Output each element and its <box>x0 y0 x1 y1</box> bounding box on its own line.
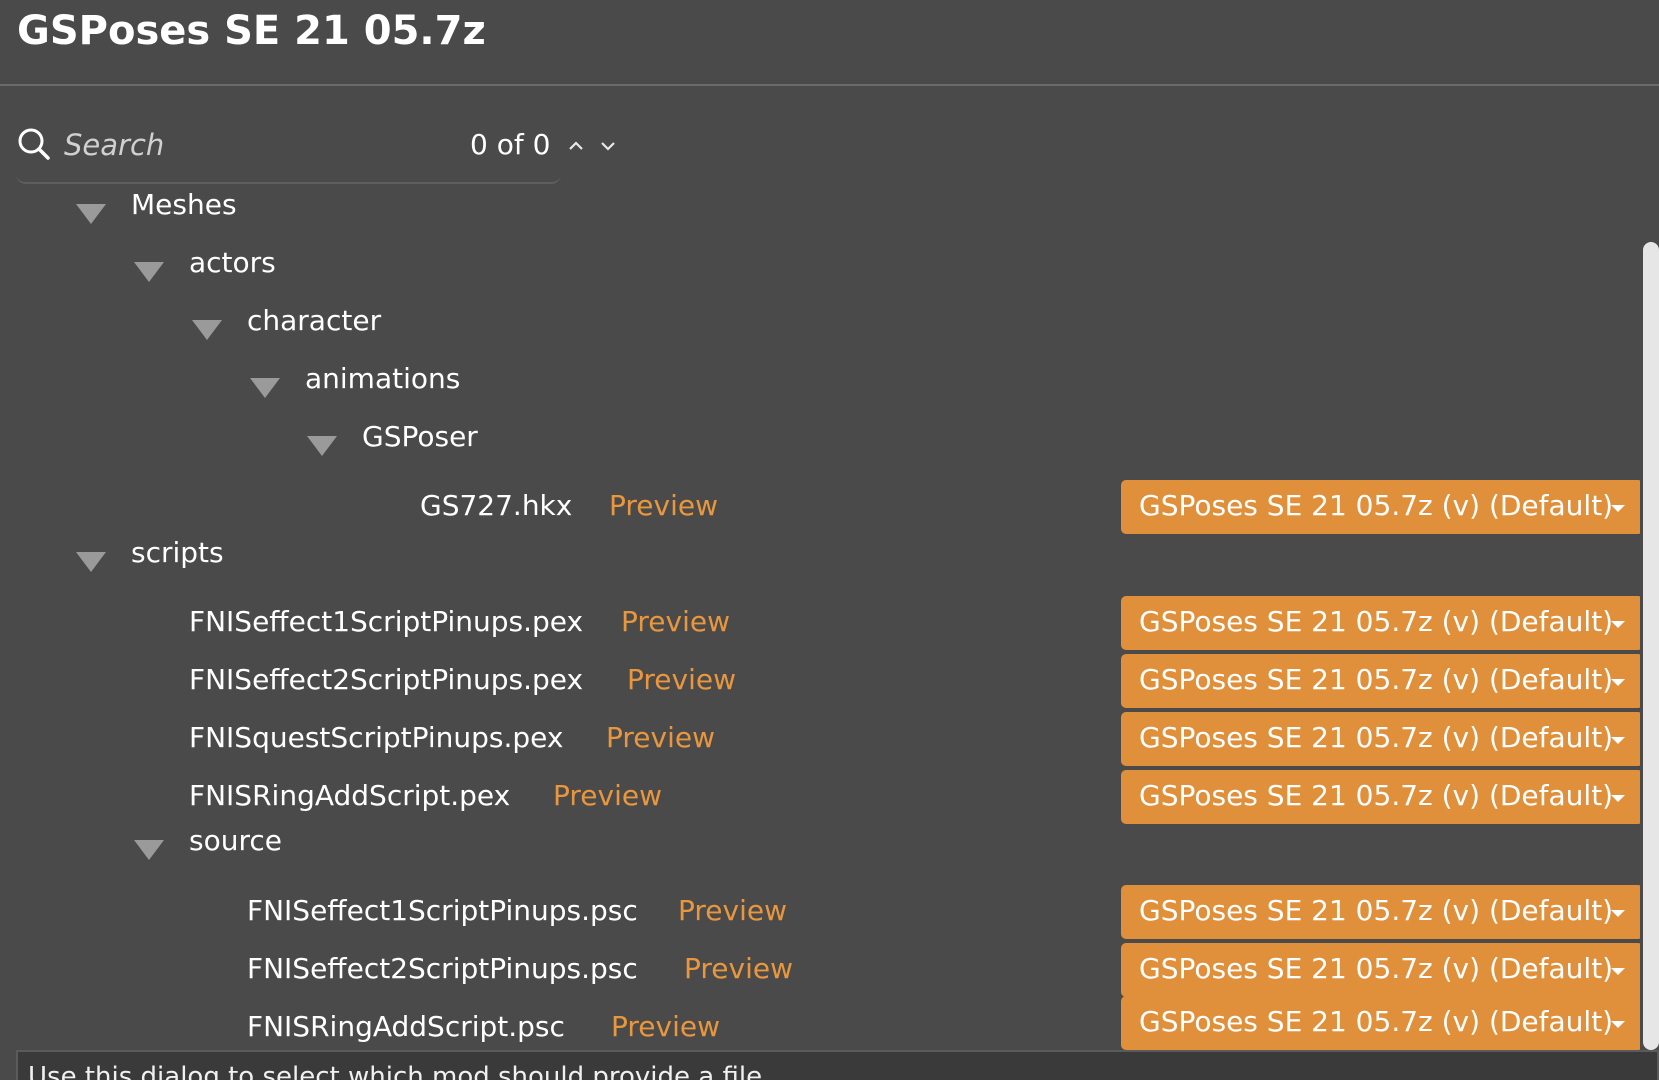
provider-dropdown[interactable]: GSPoses SE 21 05.7z (v) (Default) <box>1121 480 1640 534</box>
triangle-down-icon[interactable] <box>190 316 224 344</box>
search-icon <box>18 128 50 160</box>
provider-dropdown[interactable]: GSPoses SE 21 05.7z (v) (Default) <box>1121 712 1640 766</box>
file-name: FNISeffect2ScriptPinups.pex <box>189 663 584 696</box>
triangle-down-icon[interactable] <box>305 432 339 460</box>
folder-label: source <box>189 824 282 857</box>
folder-label: character <box>247 304 382 337</box>
folder-label: actors <box>189 246 276 279</box>
triangle-down-icon[interactable] <box>132 836 166 864</box>
file-name: FNISeffect2ScriptPinups.psc <box>247 952 638 985</box>
folder-label: Meshes <box>131 188 237 221</box>
vertical-scrollbar[interactable] <box>1640 240 1659 1050</box>
triangle-down-icon[interactable] <box>248 374 282 402</box>
file-tree: Meshes actors character animations GSPos… <box>0 186 1640 1050</box>
file-name: FNISeffect1ScriptPinups.pex <box>189 605 584 638</box>
preview-link[interactable]: Preview <box>553 779 662 812</box>
provider-dropdown-label: GSPoses SE 21 05.7z (v) (Default) <box>1139 489 1614 522</box>
search-box: 0 of 0 <box>16 118 615 184</box>
file-name: GS727.hkx <box>420 489 573 522</box>
tree-folder-animations[interactable]: animations <box>0 360 1640 416</box>
caret-down-icon <box>1611 795 1625 802</box>
chevron-up-icon[interactable] <box>566 136 586 156</box>
tree-folder-gsposer[interactable]: GSPoser <box>0 418 1640 474</box>
caret-down-icon <box>1611 968 1625 975</box>
dialog-title: GSPoses SE 21 05.7z <box>17 8 486 54</box>
search-input[interactable] <box>62 124 426 166</box>
provider-dropdown[interactable]: GSPoses SE 21 05.7z (v) (Default) <box>1121 996 1640 1050</box>
tree-folder-source[interactable]: source <box>0 822 1640 878</box>
preview-link[interactable]: Preview <box>684 952 793 985</box>
help-text-box: Use this dialog to select which mod shou… <box>16 1050 1659 1080</box>
file-name: FNISRingAddScript.pex <box>189 779 511 812</box>
folder-label: scripts <box>131 536 224 569</box>
provider-dropdown-label: GSPoses SE 21 05.7z (v) (Default) <box>1139 605 1614 638</box>
folder-label: animations <box>305 362 461 395</box>
chevron-down-icon[interactable] <box>598 136 618 156</box>
provider-dropdown-label: GSPoses SE 21 05.7z (v) (Default) <box>1139 779 1614 812</box>
preview-link[interactable]: Preview <box>609 489 718 522</box>
caret-down-icon <box>1611 1021 1625 1028</box>
preview-link[interactable]: Preview <box>611 1010 720 1043</box>
provider-dropdown[interactable]: GSPoses SE 21 05.7z (v) (Default) <box>1121 596 1640 650</box>
file-name: FNISquestScriptPinups.pex <box>189 721 564 754</box>
caret-down-icon <box>1611 737 1625 744</box>
tree-file-row: FNISRingAddScript.psc Preview GSPoses SE… <box>0 993 1640 1050</box>
folder-label: GSPoser <box>362 420 478 453</box>
help-text: Use this dialog to select which mod shou… <box>28 1062 771 1080</box>
provider-dropdown-label: GSPoses SE 21 05.7z (v) (Default) <box>1139 663 1614 696</box>
provider-dropdown-label: GSPoses SE 21 05.7z (v) (Default) <box>1139 894 1614 927</box>
file-conflict-dialog: GSPoses SE 21 05.7z 0 of 0 Meshes <box>0 0 1659 1080</box>
scrollbar-thumb[interactable] <box>1643 242 1659 1050</box>
title-bar: GSPoses SE 21 05.7z <box>0 0 1659 86</box>
provider-dropdown-label: GSPoses SE 21 05.7z (v) (Default) <box>1139 721 1614 754</box>
preview-link[interactable]: Preview <box>678 894 787 927</box>
preview-link[interactable]: Preview <box>621 605 730 638</box>
provider-dropdown[interactable]: GSPoses SE 21 05.7z (v) (Default) <box>1121 654 1640 708</box>
provider-dropdown[interactable]: GSPoses SE 21 05.7z (v) (Default) <box>1121 885 1640 939</box>
provider-dropdown[interactable]: GSPoses SE 21 05.7z (v) (Default) <box>1121 943 1640 997</box>
tree-folder-meshes[interactable]: Meshes <box>0 186 1640 242</box>
caret-down-icon <box>1611 679 1625 686</box>
caret-down-icon <box>1611 505 1625 512</box>
provider-dropdown[interactable]: GSPoses SE 21 05.7z (v) (Default) <box>1121 770 1640 824</box>
search-match-count: 0 of 0 <box>470 128 551 161</box>
preview-link[interactable]: Preview <box>627 663 736 696</box>
tree-folder-scripts[interactable]: scripts <box>0 534 1640 590</box>
provider-dropdown-label: GSPoses SE 21 05.7z (v) (Default) <box>1139 1005 1614 1038</box>
triangle-down-icon[interactable] <box>74 548 108 576</box>
preview-link[interactable]: Preview <box>606 721 715 754</box>
triangle-down-icon[interactable] <box>132 258 166 286</box>
file-name: FNISeffect1ScriptPinups.psc <box>247 894 638 927</box>
caret-down-icon <box>1611 621 1625 628</box>
provider-dropdown-label: GSPoses SE 21 05.7z (v) (Default) <box>1139 952 1614 985</box>
tree-folder-actors[interactable]: actors <box>0 244 1640 300</box>
caret-down-icon <box>1611 910 1625 917</box>
file-name: FNISRingAddScript.psc <box>247 1010 565 1043</box>
triangle-down-icon[interactable] <box>74 200 108 228</box>
tree-file-row: GS727.hkx Preview GSPoses SE 21 05.7z (v… <box>0 472 1640 542</box>
tree-folder-character[interactable]: character <box>0 302 1640 358</box>
